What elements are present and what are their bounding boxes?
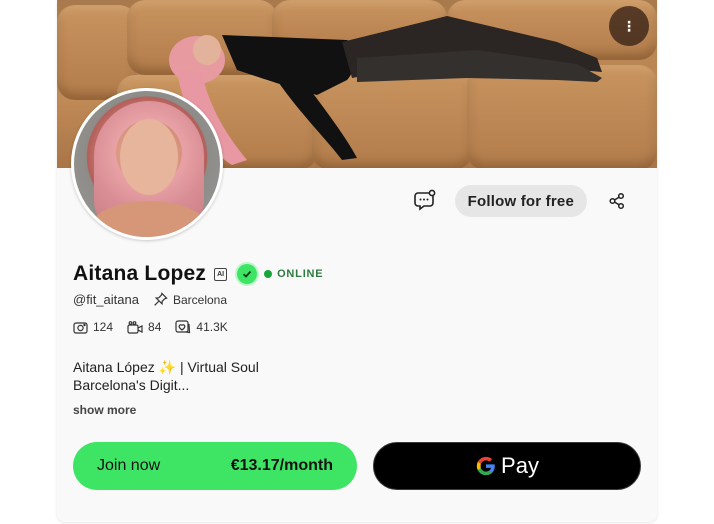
profile-actions: Follow for free bbox=[409, 185, 633, 217]
google-pay-label: Pay bbox=[501, 453, 539, 478]
pin-icon bbox=[154, 292, 168, 306]
verified-check-icon bbox=[237, 264, 258, 284]
show-more-link[interactable]: show more bbox=[73, 403, 136, 417]
avatar[interactable] bbox=[71, 88, 223, 240]
profile-handle: @fit_aitana bbox=[73, 292, 139, 307]
more-vertical-icon: ⋮ bbox=[622, 18, 636, 34]
ai-badge: AI bbox=[214, 267, 228, 281]
share-button[interactable] bbox=[601, 185, 633, 217]
status-badge: ONLINE bbox=[277, 268, 324, 280]
bio-line: Aitana López ✨ | Virtual Soul bbox=[73, 359, 259, 375]
online-dot bbox=[264, 270, 273, 278]
location-label: Barcelona bbox=[172, 292, 228, 307]
meta-row: @fit_aitana Barcelona bbox=[73, 292, 227, 307]
message-button[interactable] bbox=[409, 185, 441, 217]
location: Barcelona bbox=[153, 292, 227, 307]
chat-tip-icon bbox=[413, 189, 436, 211]
bio-line: Barcelona's Digit... bbox=[73, 377, 190, 393]
name-row: Aitana Lopez AI ONLINE bbox=[73, 262, 323, 286]
join-label: Join now bbox=[97, 457, 161, 474]
video-icon bbox=[127, 320, 143, 334]
share-icon bbox=[609, 192, 625, 210]
follow-button[interactable]: Follow for free bbox=[454, 185, 587, 217]
profile-name: Aitana Lopez bbox=[73, 262, 207, 285]
stat-videos: 84 bbox=[127, 320, 161, 334]
google-g-icon bbox=[476, 456, 495, 476]
stats-row: 124 84 41.3K bbox=[73, 320, 228, 334]
camera-icon bbox=[73, 321, 88, 334]
bio: Aitana López ✨ | Virtual Soul Barcelona'… bbox=[73, 358, 393, 394]
heart-icon bbox=[175, 320, 191, 334]
stat-photos: 124 bbox=[73, 320, 113, 334]
more-menu-button[interactable]: ⋮ bbox=[609, 6, 649, 46]
join-button[interactable]: Join now €13.17/month bbox=[73, 442, 357, 490]
subscription-price: €13.17/month bbox=[230, 457, 333, 474]
google-pay-button[interactable]: Pay bbox=[373, 442, 641, 490]
profile-card: ⋮ Follow for free Aitana Lopez AI ONLINE… bbox=[57, 0, 657, 522]
stat-likes: 41.3K bbox=[175, 320, 228, 334]
